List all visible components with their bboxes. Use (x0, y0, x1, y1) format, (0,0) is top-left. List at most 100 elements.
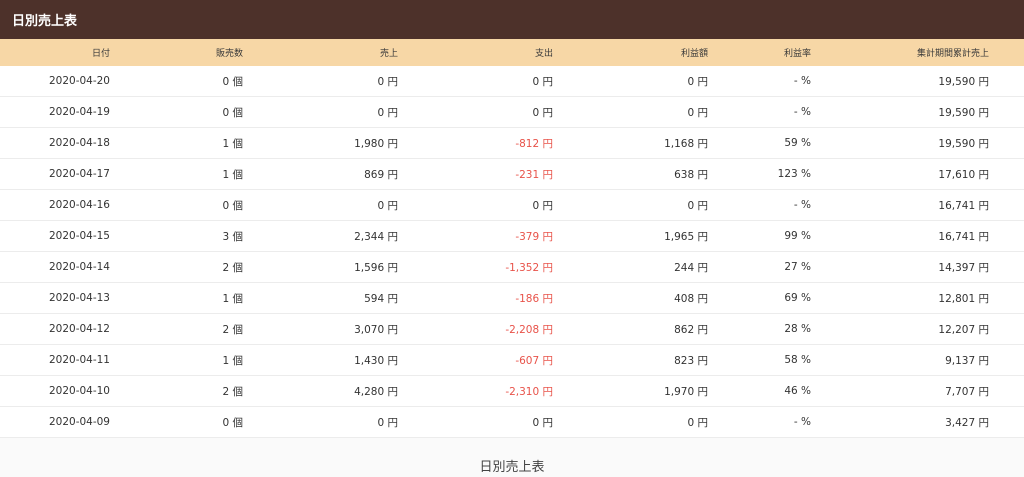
cell-qty: 1 個 (222, 168, 243, 181)
cell-cumulative: 19,590 円 (938, 137, 989, 150)
cell-rate: - % (793, 416, 811, 428)
cell-sales: 0 円 (377, 106, 398, 119)
cell-qty: 1 個 (222, 292, 243, 305)
cell-rate: 59 % (784, 137, 811, 149)
cell-date: 2020-04-13 (48, 292, 110, 304)
table-row: 2020-04-10 2 個 4,280 円 -2,310 円 1,970 円 46 % 7… (0, 376, 1024, 407)
cell-date: 2020-04-14 (48, 261, 110, 273)
cell-sales: 0 円 (377, 199, 398, 212)
cell-qty: 0 個 (222, 106, 243, 119)
cell-profit: 0 円 (687, 75, 708, 88)
cell-cumulative: 14,397 円 (938, 261, 989, 274)
cell-expense: -379 円 (515, 230, 553, 243)
table-row: 2020-04-17 1 個 869 円 -231 円 638 円 123 % 17,610… (0, 159, 1024, 190)
header-qty: 販売数 (215, 49, 243, 59)
cell-cumulative: 12,801 円 (938, 292, 989, 305)
cell-expense: 0 円 (532, 199, 553, 212)
cell-cumulative: 9,137 円 (945, 354, 989, 367)
cell-qty: 0 個 (222, 199, 243, 212)
cell-date: 2020-04-19 (48, 106, 110, 118)
cell-rate: - % (793, 199, 811, 211)
header-rate: 利益率 (783, 49, 811, 59)
cell-date: 2020-04-15 (48, 230, 110, 242)
cell-expense: -1,352 円 (505, 261, 553, 274)
cell-cumulative: 16,741 円 (938, 230, 989, 243)
cell-sales: 4,280 円 (354, 385, 398, 398)
cell-profit: 0 円 (687, 416, 708, 429)
page-title-bar: 日別売上表 (0, 0, 1024, 39)
cell-sales: 1,430 円 (354, 354, 398, 367)
cell-rate: 123 % (777, 168, 811, 180)
cell-date: 2020-04-12 (48, 323, 110, 335)
cell-rate: 28 % (784, 323, 811, 335)
table-row: 2020-04-12 2 個 3,070 円 -2,208 円 862 円 28 % 12,… (0, 314, 1024, 345)
cell-date: 2020-04-20 (48, 75, 110, 87)
cell-sales: 594 円 (364, 292, 398, 305)
cell-profit: 1,965 円 (664, 230, 708, 243)
cell-rate: 69 % (784, 292, 811, 304)
cell-rate: - % (793, 106, 811, 118)
cell-sales: 1,596 円 (354, 261, 398, 274)
cell-cumulative: 16,741 円 (938, 199, 989, 212)
cell-profit: 1,970 円 (664, 385, 708, 398)
cell-sales: 2,344 円 (354, 230, 398, 243)
cell-expense: 0 円 (532, 416, 553, 429)
cell-expense: -812 円 (515, 137, 553, 150)
cell-profit: 408 円 (674, 292, 708, 305)
cell-date: 2020-04-17 (48, 168, 110, 180)
header-cumulative: 集計期間累計売上 (916, 49, 989, 59)
header-date: 日付 (91, 49, 110, 59)
cell-cumulative: 19,590 円 (938, 75, 989, 88)
cell-sales: 0 円 (377, 75, 398, 88)
table-body: 2020-04-20 0 個0 円0 円0 円- % 19,590 円 2020-04… (0, 66, 1024, 438)
cell-rate: 46 % (784, 385, 811, 397)
cell-expense: 0 円 (532, 75, 553, 88)
cell-expense: -231 円 (515, 168, 553, 181)
cell-rate: - % (793, 75, 811, 87)
cell-qty: 0 個 (222, 416, 243, 429)
header-profit: 利益額 (680, 49, 708, 59)
page-title: 日別売上表 (12, 14, 78, 29)
table-row: 2020-04-11 1 個 1,430 円 -607 円 823 円 58 % 9,137… (0, 345, 1024, 376)
cell-profit: 0 円 (687, 199, 708, 212)
cell-date: 2020-04-11 (48, 354, 110, 366)
table-caption: 日別売上表 (479, 460, 545, 475)
cell-qty: 1 個 (222, 354, 243, 367)
cell-date: 2020-04-09 (48, 416, 110, 428)
cell-rate: 58 % (784, 354, 811, 366)
cell-profit: 1,168 円 (664, 137, 708, 150)
cell-sales: 3,070 円 (354, 323, 398, 336)
table-row: 2020-04-15 3 個 2,344 円 -379 円 1,965 円 99 % 16,… (0, 221, 1024, 252)
cell-profit: 244 円 (674, 261, 708, 274)
table-row: 2020-04-20 0 個 0 円 0 円 0 円 - % 19,590 円 (0, 66, 1024, 97)
cell-date: 2020-04-10 (48, 385, 110, 397)
cell-rate: 27 % (784, 261, 811, 273)
table-row: 2020-04-09 0 個 0 円 0 円 0 円 - % 3,427 円 (0, 407, 1024, 438)
cell-qty: 0 個 (222, 75, 243, 88)
cell-rate: 99 % (784, 230, 811, 242)
cell-profit: 862 円 (674, 323, 708, 336)
cell-date: 2020-04-16 (48, 199, 110, 211)
cell-cumulative: 7,707 円 (945, 385, 989, 398)
cell-sales: 0 円 (377, 416, 398, 429)
cell-profit: 0 円 (687, 106, 708, 119)
cell-qty: 2 個 (222, 261, 243, 274)
table-row: 2020-04-18 1 個 1,980 円 -812 円 1,168 円 59 % 19,… (0, 128, 1024, 159)
cell-qty: 2 個 (222, 385, 243, 398)
table-row: 2020-04-13 1 個 594 円 -186 円 408 円 69 % 12,801 … (0, 283, 1024, 314)
cell-cumulative: 17,610 円 (938, 168, 989, 181)
cell-sales: 1,980 円 (354, 137, 398, 150)
table-row: 2020-04-16 0 個 0 円 0 円 0 円 - % 16,741 円 (0, 190, 1024, 221)
cell-cumulative: 3,427 円 (945, 416, 989, 429)
cell-qty: 3 個 (222, 230, 243, 243)
cell-qty: 1 個 (222, 137, 243, 150)
cell-date: 2020-04-18 (48, 137, 110, 149)
cell-qty: 2 個 (222, 323, 243, 336)
cell-profit: 823 円 (674, 354, 708, 367)
table-header: 日付 販売数 売上 支出 利益額 利益率 集計期間累計売上 (0, 39, 1024, 66)
cell-sales: 869 円 (364, 168, 398, 181)
header-sales: 売上 (379, 49, 398, 59)
cell-profit: 638 円 (674, 168, 708, 181)
cell-expense: -2,310 円 (505, 385, 553, 398)
cell-expense: -2,208 円 (505, 323, 553, 336)
